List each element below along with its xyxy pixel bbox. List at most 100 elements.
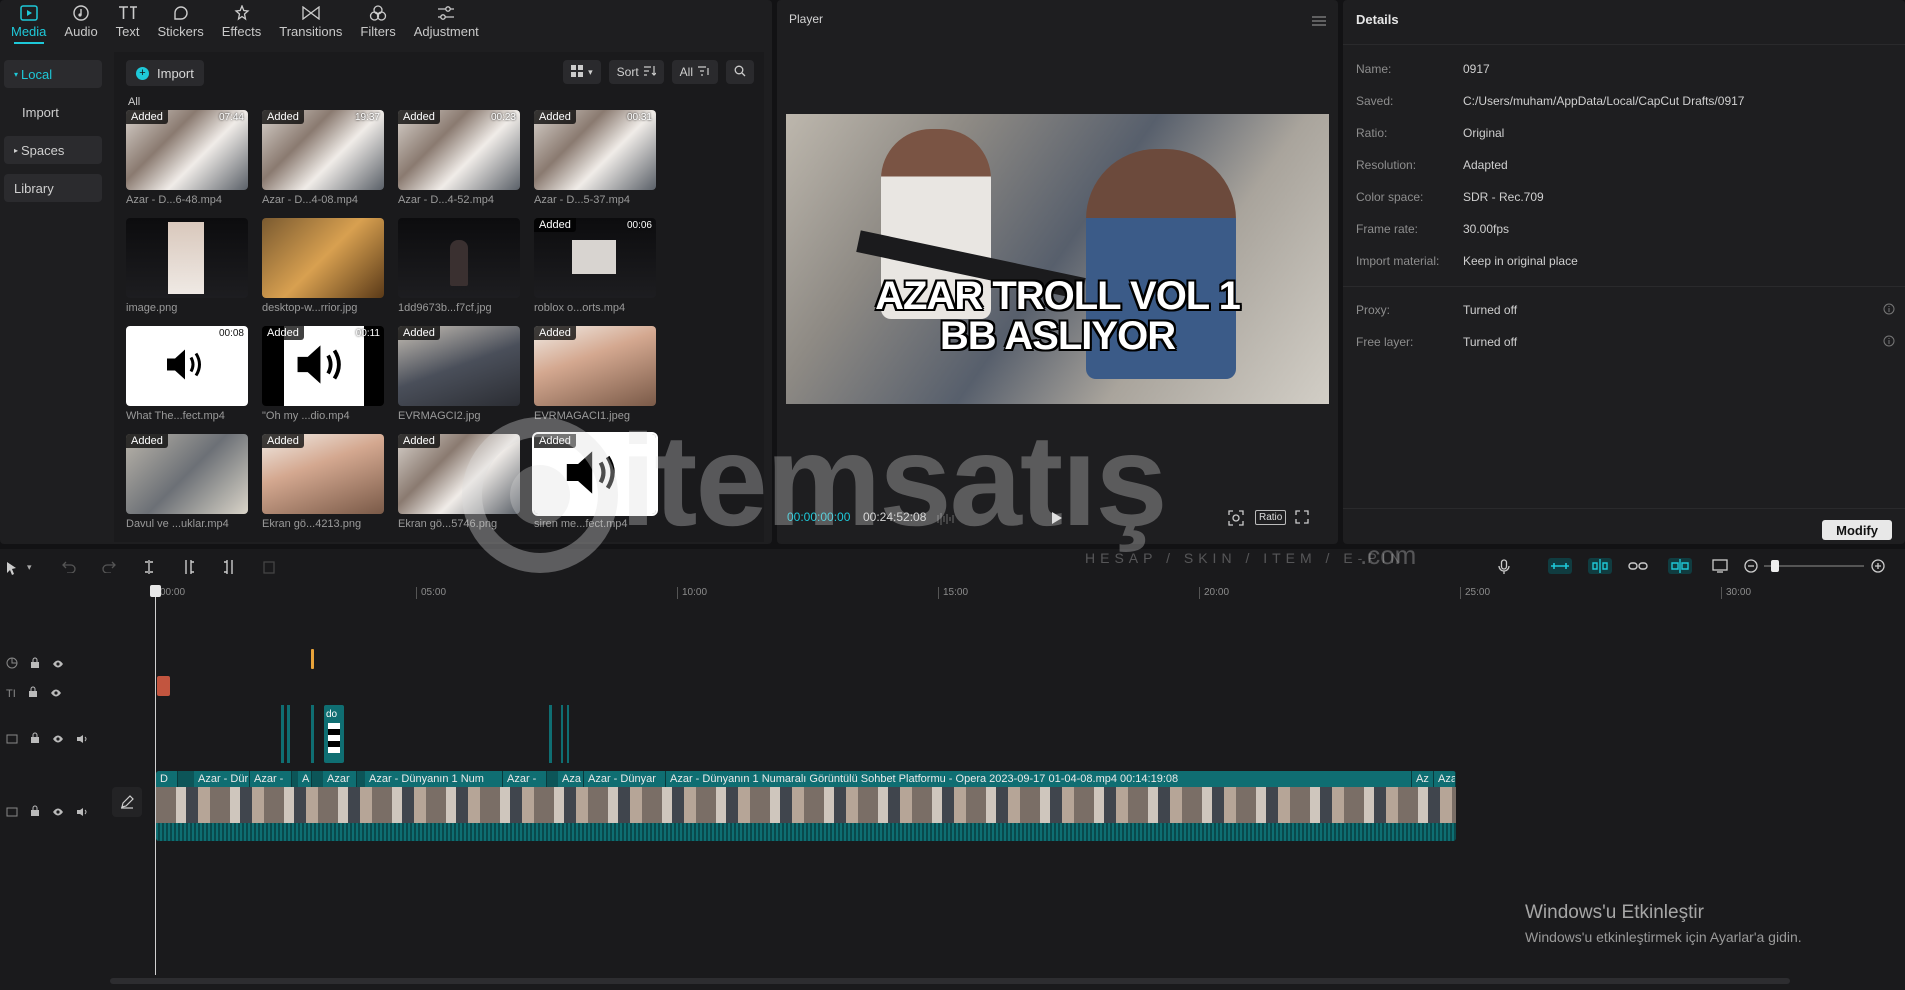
- media-item[interactable]: Added Ekran gö...5746.png: [398, 434, 520, 530]
- main-track-magnet-icon[interactable]: [1548, 558, 1572, 574]
- auto-snap-icon[interactable]: [1588, 558, 1612, 574]
- info-icon[interactable]: [1883, 303, 1895, 318]
- redo-icon[interactable]: [102, 561, 116, 576]
- clip-label[interactable]: Azar - Dünyanın 1 Num: [365, 771, 503, 787]
- preview-axis-icon[interactable]: [1668, 558, 1692, 574]
- timeline-scrollbar[interactable]: [110, 978, 1790, 984]
- clip-label[interactable]: Azar: [323, 771, 357, 787]
- sort-button[interactable]: Sort: [608, 60, 664, 84]
- modify-button[interactable]: Modify: [1822, 520, 1892, 540]
- tab-text[interactable]: Text: [107, 0, 149, 46]
- hamburger-menu-icon[interactable]: [1312, 14, 1326, 29]
- clip-label[interactable]: A: [298, 771, 312, 787]
- overlay-clip[interactable]: [311, 705, 314, 763]
- clip-label[interactable]: Aza: [558, 771, 584, 787]
- lock-icon[interactable]: [30, 732, 40, 747]
- time-ruler[interactable]: 00:00 05:00 10:00 15:00 20:00 25:00 30:0…: [150, 587, 1905, 603]
- media-item[interactable]: Added Davul ve ...uklar.mp4: [126, 434, 248, 530]
- speaker-volume-icon[interactable]: [76, 732, 88, 747]
- view-mode-button[interactable]: ▾: [563, 60, 601, 84]
- added-badge: Added: [262, 326, 304, 340]
- info-icon[interactable]: [1883, 335, 1895, 350]
- overlay-clip[interactable]: [549, 705, 552, 763]
- media-item[interactable]: Added Ekran gö...4213.png: [262, 434, 384, 530]
- overlay-clip[interactable]: [281, 705, 284, 763]
- trim-right-icon[interactable]: [223, 560, 235, 577]
- zoom-in-icon[interactable]: [1871, 559, 1885, 576]
- clip-label[interactable]: Azar -: [250, 771, 292, 787]
- undo-icon[interactable]: [62, 561, 76, 576]
- text-clip[interactable]: [157, 676, 170, 696]
- main-video-track[interactable]: D Azar - Dür Azar - A Azar Azar - Dünyan…: [156, 771, 1456, 841]
- clip-label[interactable]: D: [156, 771, 178, 787]
- tab-filters[interactable]: Filters: [351, 0, 404, 46]
- eye-icon[interactable]: [52, 657, 64, 672]
- overlay-clip[interactable]: do: [324, 705, 344, 763]
- track-header-text: TI: [6, 686, 62, 701]
- media-item[interactable]: image.png: [126, 218, 248, 314]
- screen-fit-icon[interactable]: [1712, 559, 1728, 576]
- eye-icon[interactable]: [52, 732, 64, 747]
- import-button[interactable]: + Import: [126, 60, 204, 86]
- speaker-volume-icon[interactable]: [76, 805, 88, 820]
- chevron-down-icon[interactable]: ▾: [27, 562, 32, 573]
- effect-clip[interactable]: [311, 649, 314, 669]
- filter-button[interactable]: All: [671, 60, 718, 84]
- media-item[interactable]: Added EVRMAGCI2.jpg: [398, 326, 520, 422]
- media-item[interactable]: 1dd9673b...f7cf.jpg: [398, 218, 520, 314]
- overlay-clip[interactable]: [567, 705, 569, 763]
- clip-label[interactable]: Azar -: [503, 771, 547, 787]
- lock-icon[interactable]: [30, 657, 40, 672]
- split-icon[interactable]: [143, 560, 155, 577]
- lock-icon[interactable]: [28, 686, 38, 701]
- tab-effects[interactable]: Effects: [213, 0, 271, 46]
- media-item[interactable]: Added 07:44 Azar - D...6-48.mp4: [126, 110, 248, 206]
- link-icon[interactable]: [1628, 558, 1648, 577]
- media-item[interactable]: Added EVRMAGACI1.jpeg: [534, 326, 656, 422]
- select-cursor-icon[interactable]: [6, 561, 18, 578]
- zoom-slider-handle[interactable]: [1771, 560, 1779, 572]
- zoom-out-icon[interactable]: [1744, 559, 1758, 576]
- nav-spaces[interactable]: ▸ Spaces: [4, 136, 102, 164]
- nav-local[interactable]: ▾ Local: [4, 60, 102, 88]
- clip-label[interactable]: Azar - Dür: [194, 771, 250, 787]
- tab-media[interactable]: Media: [2, 0, 55, 46]
- clip-label[interactable]: Aza: [1434, 771, 1456, 787]
- overlay-clip[interactable]: [561, 705, 563, 763]
- delete-icon[interactable]: [263, 560, 275, 577]
- tab-stickers[interactable]: Stickers: [149, 0, 213, 46]
- video-preview[interactable]: AZAR TROLL VOL 1 BB ASLIYOR: [786, 114, 1329, 404]
- overlay-clip[interactable]: [287, 705, 290, 763]
- tab-filters-label: Filters: [360, 24, 396, 39]
- detail-key: Free layer:: [1356, 335, 1414, 349]
- clip-label[interactable]: Azar - Dünyar: [584, 771, 666, 787]
- tab-transitions[interactable]: Transitions: [270, 0, 351, 46]
- microphone-icon[interactable]: [1498, 559, 1510, 578]
- playhead[interactable]: [150, 585, 161, 975]
- ratio-button[interactable]: Ratio: [1255, 510, 1287, 525]
- trim-left-icon[interactable]: [183, 560, 195, 577]
- media-item[interactable]: Added 00:11 "Oh my ...dio.mp4: [262, 326, 384, 422]
- media-item[interactable]: Added 00:23 Azar - D...4-52.mp4: [398, 110, 520, 206]
- eye-icon[interactable]: [50, 686, 62, 701]
- clip-label[interactable]: Az: [1412, 771, 1434, 787]
- zoom-slider[interactable]: [1764, 565, 1864, 567]
- fullscreen-icon[interactable]: [1295, 510, 1309, 527]
- tab-adjustment[interactable]: Adjustment: [405, 0, 488, 46]
- eye-icon[interactable]: [52, 805, 64, 820]
- media-item[interactable]: desktop-w...rrior.jpg: [262, 218, 384, 314]
- search-button[interactable]: [726, 60, 754, 84]
- clip-label[interactable]: Azar - Dünyanın 1 Numaralı Görüntülü Soh…: [666, 771, 1412, 787]
- play-icon[interactable]: [1051, 511, 1063, 528]
- media-item[interactable]: Added 00:06 roblox o...orts.mp4: [534, 218, 656, 314]
- nav-library[interactable]: Library: [4, 174, 102, 202]
- nav-import[interactable]: Import: [4, 98, 102, 126]
- media-item[interactable]: 00:08 What The...fect.mp4: [126, 326, 248, 422]
- media-item[interactable]: Added siren me...fect.mp4: [532, 432, 658, 530]
- media-item[interactable]: Added 00:31 Azar - D...5-37.mp4: [534, 110, 656, 206]
- cover-edit-icon[interactable]: [112, 787, 142, 817]
- media-item[interactable]: Added 19:37 Azar - D...4-08.mp4: [262, 110, 384, 206]
- lock-icon[interactable]: [30, 805, 40, 820]
- fit-screen-icon[interactable]: [1228, 510, 1244, 529]
- tab-audio[interactable]: Audio: [55, 0, 106, 46]
